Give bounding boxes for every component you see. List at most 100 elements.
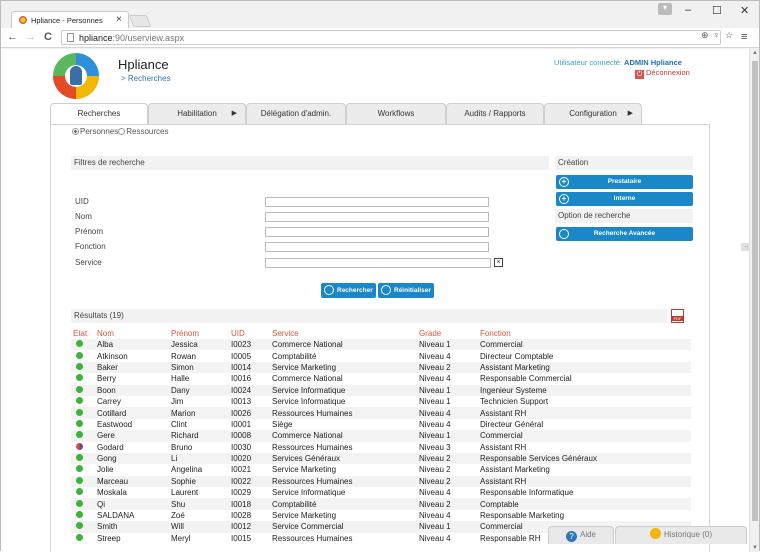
page-scrollbar[interactable]: ▲ ▼ <box>749 49 759 552</box>
state-cell <box>71 396 95 407</box>
col-service[interactable]: Service <box>270 328 417 339</box>
prenom-label: Prénom <box>75 227 104 236</box>
cell-uid: I0030 <box>231 442 252 452</box>
tab-audits[interactable]: Audits / Rapports <box>446 103 544 124</box>
table-row[interactable]: Eastwood Clint I0001 Siège Niveau 4 Directeur… <box>71 419 691 430</box>
cell-uid: I0022 <box>229 475 270 488</box>
state-cell <box>71 350 95 361</box>
radio-persons[interactable] <box>72 128 79 135</box>
table-row[interactable]: Atkinson Rowan I0005 Comptabilité Niveau 4 Di… <box>71 350 691 361</box>
clear-service-icon[interactable]: × <box>494 258 503 267</box>
back-button[interactable]: ← <box>7 31 18 43</box>
table-row[interactable]: Boon Dany I0024 Service Informatique Niveau … <box>71 384 691 396</box>
logout-link[interactable]: ⏻ Déconnexion <box>635 68 690 79</box>
profile-icon[interactable]: ▾ <box>658 3 672 15</box>
tab-delegation[interactable]: Délégation d'admin. <box>246 103 346 124</box>
reload-button[interactable]: C <box>44 31 52 43</box>
minimize-button[interactable]: ‒ <box>685 4 691 16</box>
col-uid[interactable]: UID <box>229 328 270 339</box>
url-input[interactable]: hpliance:90/userview.aspx <box>61 30 721 45</box>
cell-prenom: Jessica <box>169 339 229 351</box>
history-button[interactable]: Historique (0) <box>615 526 747 544</box>
radio-resources[interactable] <box>118 128 126 135</box>
cell-prenom: Rowan <box>171 351 196 361</box>
tab-recherches[interactable]: Recherches <box>50 103 148 125</box>
status-icon <box>76 340 83 348</box>
key-icon[interactable]: ♀ <box>713 30 720 40</box>
col-grade[interactable]: Grade <box>417 328 478 339</box>
cell-service: Comptabilité <box>270 498 417 510</box>
cell-uid: I0013 <box>231 397 252 407</box>
cell-prenom: Meryl <box>171 533 191 543</box>
table-row[interactable]: Jolie Angelina I0021 Service Marketing Nivea… <box>71 464 691 475</box>
service-input[interactable] <box>265 258 491 268</box>
cell-grade: Niveau 4 <box>419 511 451 521</box>
advanced-search-button[interactable]: Recherche Avancée <box>556 227 693 241</box>
col-etat[interactable]: Etat <box>71 328 95 339</box>
col-fonction[interactable]: Fonction <box>478 328 691 339</box>
table-row[interactable]: Gere Richard I0008 Commerce National Niveau … <box>71 430 691 442</box>
forward-button[interactable]: → <box>25 31 36 43</box>
table-row[interactable]: Carrey Jim I0013 Service Informatique Niveau… <box>71 396 691 407</box>
close-window-button[interactable]: ✕ <box>740 4 749 17</box>
pdf-export-icon[interactable] <box>671 309 684 323</box>
table-row[interactable]: Baker Simon I0014 Service Marketing Niveau 2… <box>71 361 691 374</box>
entity-type-radio: Personnes Ressources <box>72 127 169 136</box>
table-row[interactable]: Marceau Sophie I0022 Ressources Humaines Niv… <box>71 475 691 488</box>
browser-tab[interactable]: Hpliance - Personnes × <box>11 11 129 28</box>
col-prenom[interactable]: Prénom <box>169 328 229 339</box>
cell-service: Ressources Humaines <box>272 442 353 452</box>
status-icon <box>76 374 83 382</box>
table-row[interactable]: Gong Li I0020 Services Généraux Niveau 2 Resp… <box>71 452 691 465</box>
table-row[interactable]: Alba Jessica I0023 Commerce National Niveau … <box>71 339 691 351</box>
status-icon <box>76 476 83 484</box>
cell-prenom: Angelina <box>171 465 203 475</box>
cell-prenom: Jim <box>171 397 184 407</box>
menu-icon[interactable]: ≡ <box>741 31 747 43</box>
tab-workflows[interactable]: Workflows <box>346 103 446 124</box>
state-cell <box>71 407 95 419</box>
cell-service: Siège <box>272 419 293 429</box>
table-row[interactable]: Berry Halle I0016 Commerce National Niveau 4… <box>71 373 691 384</box>
cell-fonction: Responsable Commercial <box>480 374 572 384</box>
status-icon <box>76 431 83 439</box>
uid-input[interactable] <box>265 197 489 207</box>
cell-uid: I0021 <box>231 465 252 475</box>
table-row[interactable]: Cotillard Marion I0026 Ressources Humaines N… <box>71 407 691 419</box>
cell-grade: Niveau 4 <box>417 407 478 419</box>
zoom-icon[interactable]: ⊕ <box>701 30 709 41</box>
tab-habilitation[interactable]: Habilitation ▶ <box>148 103 246 124</box>
table-row[interactable]: SALDANA Zoé I0028 Service Marketing Niveau 4… <box>71 510 691 521</box>
state-cell <box>71 452 95 465</box>
plus-icon: + <box>559 177 569 187</box>
table-row[interactable]: Godard Bruno I0030 Ressources Humaines Nivea… <box>71 442 691 453</box>
breadcrumb[interactable]: > Recherches <box>121 74 171 83</box>
cell-service: Ressources Humaines <box>270 407 417 419</box>
help-button[interactable]: ? Aide <box>548 526 614 544</box>
create-prestataire-button[interactable]: + Prestataire <box>556 175 693 189</box>
nom-input[interactable] <box>265 212 489 222</box>
cell-fonction: Assistant RH <box>478 407 691 419</box>
col-nom[interactable]: Nom <box>95 328 169 339</box>
state-cell <box>71 339 95 351</box>
table-row[interactable]: Qi Shu I0018 Comptabilité Niveau 2 Comptable <box>71 498 691 510</box>
create-interne-button[interactable]: + Interne <box>556 192 693 206</box>
maximize-button[interactable]: ☐ <box>712 4 722 17</box>
table-row[interactable]: Moskala Laurent I0029 Service Informatique N… <box>71 487 691 498</box>
fonction-select[interactable]: … <box>265 242 754 252</box>
star-icon[interactable]: ☆ <box>725 30 733 41</box>
tab-close-icon[interactable]: × <box>116 14 122 25</box>
tab-configuration[interactable]: Configuration ▶ <box>544 103 642 124</box>
state-cell <box>71 361 95 374</box>
cell-uid: I0020 <box>229 452 270 465</box>
app-title: Hpliance <box>118 57 169 72</box>
chevron-right-icon: ▶ <box>231 110 237 117</box>
cell-grade: Niveau 4 <box>419 419 451 429</box>
cell-nom: Gong <box>95 452 169 465</box>
cell-grade: Niveau 1 <box>417 430 478 442</box>
reset-button[interactable]: Réinitialiser <box>378 283 434 298</box>
filters-title: Filtres de recherche <box>71 156 549 170</box>
new-tab-button[interactable] <box>128 15 152 27</box>
prenom-input[interactable] <box>265 227 489 237</box>
search-button[interactable]: Rechercher <box>321 283 376 298</box>
